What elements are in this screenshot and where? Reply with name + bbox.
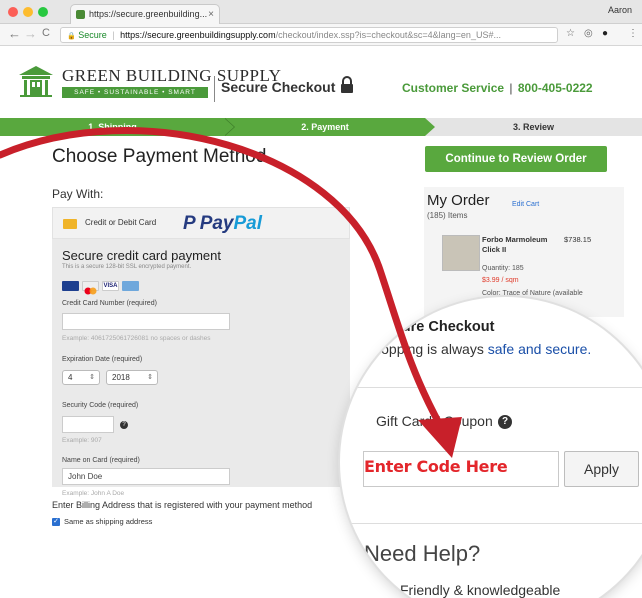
back-icon[interactable]: ← bbox=[8, 26, 21, 41]
url-path: /checkout/index.ssp?is=checkout&sc=4&lan… bbox=[275, 30, 501, 40]
name-on-card-example: Example: John A Doe bbox=[62, 490, 125, 497]
expiry-year-value: 2018 bbox=[112, 373, 130, 382]
maximize-window-button[interactable] bbox=[38, 7, 48, 17]
product-thumbnail[interactable] bbox=[442, 235, 480, 271]
coupon-placeholder: Enter Code Here bbox=[364, 457, 508, 476]
safe-and-secure-link[interactable]: safe and secure. bbox=[488, 341, 592, 357]
customer-service-separator: | bbox=[509, 81, 513, 95]
extension-dark-icon[interactable]: ● bbox=[602, 28, 608, 39]
product-name[interactable]: Forbo Marmoleum Click II bbox=[482, 235, 552, 255]
step-chevron-icon bbox=[224, 118, 234, 136]
card-number-label: Credit Card Number (required) bbox=[62, 300, 157, 307]
product-color: Color: Trace of Nature (available bbox=[482, 290, 583, 297]
expiry-month-value: 4 bbox=[68, 373, 73, 382]
customer-service[interactable]: Customer Service | 800-405-0222 bbox=[402, 81, 593, 95]
customer-service-label: Customer Service bbox=[402, 81, 505, 95]
lock-icon: 🔒 bbox=[67, 33, 76, 40]
tab-paypal[interactable]: P PayPal bbox=[183, 213, 262, 235]
name-on-card-label: Name on Card (required) bbox=[62, 457, 140, 464]
card-number-input[interactable] bbox=[62, 313, 230, 330]
header-divider bbox=[214, 76, 215, 102]
paypal-pal: Pal bbox=[233, 213, 263, 234]
billing-address-label: Enter Billing Address that is registered… bbox=[52, 500, 313, 510]
select-arrow-icon: ⇕ bbox=[147, 374, 153, 381]
payment-method-tabs: Credit or Debit Card P PayPal bbox=[52, 207, 350, 239]
logo-house-icon[interactable] bbox=[18, 65, 54, 97]
browser-titlebar: https://secure.greenbuilding... × Aaron bbox=[0, 0, 642, 24]
secure-text: Shopping is always bbox=[364, 341, 484, 357]
favicon-icon bbox=[76, 10, 85, 19]
step-shipping[interactable]: 1. Shipping bbox=[0, 118, 225, 136]
security-code-input[interactable] bbox=[62, 416, 114, 433]
continue-to-review-button[interactable]: Continue to Review Order bbox=[425, 146, 607, 172]
step-chevron-icon bbox=[425, 118, 435, 136]
product-unit-price: $3.99 / sqm bbox=[482, 277, 519, 284]
site-header: GREEN BUILDING SUPPLY SAFE • SUSTAINABLE… bbox=[0, 46, 642, 114]
address-bar[interactable]: 🔒 Secure | https://secure.greenbuildings… bbox=[60, 27, 558, 43]
visa-icon: VISA bbox=[102, 281, 119, 291]
product-price: $738.15 bbox=[564, 235, 592, 244]
card-number-example: Example: 4061725061726081 no spaces or d… bbox=[62, 335, 211, 342]
minimize-window-button[interactable] bbox=[23, 7, 33, 17]
secure-checkout-title: Secure Checkout bbox=[221, 79, 336, 95]
credit-card-icon bbox=[63, 219, 77, 229]
browser-toolbar: ← → C 🔒 Secure | https://secure.greenbui… bbox=[0, 24, 642, 46]
security-code-label: Security Code (required) bbox=[62, 402, 139, 409]
security-help-icon[interactable]: ? bbox=[120, 421, 128, 429]
reload-icon[interactable]: C bbox=[42, 27, 50, 39]
zoom-magnifier: Secure Checkout Shopping is always safe … bbox=[340, 297, 642, 598]
gift-card-coupon-label: Gift Card / Coupon bbox=[376, 413, 493, 429]
brand-tagline: SAFE • SUSTAINABLE • SMART bbox=[62, 87, 208, 98]
bookmark-star-icon[interactable]: ☆ bbox=[566, 28, 575, 39]
browser-menu-icon[interactable]: ⋮ bbox=[628, 28, 638, 39]
amex-icon bbox=[62, 281, 79, 291]
name-on-card-input[interactable]: John Doe bbox=[62, 468, 230, 485]
close-window-button[interactable] bbox=[8, 7, 18, 17]
secure-label: Secure bbox=[78, 30, 107, 40]
browser-tab[interactable]: https://secure.greenbuilding... × bbox=[70, 4, 220, 24]
same-as-shipping-checkbox[interactable]: ✓ bbox=[52, 518, 60, 526]
checkout-steps: 1. Shipping 2. Payment 3. Review bbox=[0, 118, 642, 136]
cc-form-subtitle: This is a secure 128-bit SSL encrypted p… bbox=[62, 264, 192, 270]
profile-name[interactable]: Aaron bbox=[608, 5, 632, 15]
paypal-pay: Pay bbox=[199, 213, 234, 234]
phone-number[interactable]: 800-405-0222 bbox=[518, 81, 593, 95]
expiry-label: Expiration Date (required) bbox=[62, 356, 143, 363]
order-title: My Order bbox=[427, 192, 490, 209]
tab-close-icon[interactable]: × bbox=[208, 5, 214, 24]
friendly-text: Friendly & knowledgeable bbox=[400, 582, 561, 598]
extension-icon[interactable]: ◎ bbox=[584, 28, 593, 39]
tab-credit-card[interactable]: Credit or Debit Card bbox=[85, 218, 156, 227]
divider bbox=[340, 387, 642, 388]
pay-with-label: Pay With: bbox=[52, 187, 104, 201]
apply-coupon-button[interactable]: Apply bbox=[564, 451, 639, 487]
tab-title: https://secure.greenbuilding... bbox=[89, 9, 208, 19]
secure-checkout-text: Shopping is always safe and secure. bbox=[364, 341, 591, 357]
paypal-logo-icon: P bbox=[183, 213, 196, 234]
security-code-example: Example: 907 bbox=[62, 437, 102, 444]
forward-icon[interactable]: → bbox=[24, 26, 37, 41]
discover-icon bbox=[122, 281, 139, 291]
expiry-year-select[interactable]: 2018 ⇕ bbox=[106, 370, 158, 385]
need-help-heading: Need Help? bbox=[364, 541, 481, 566]
secure-checkout-heading: Secure Checkout bbox=[376, 319, 495, 335]
credit-card-form: Secure credit card payment This is a sec… bbox=[52, 239, 350, 487]
product-quantity: Quantity: 185 bbox=[482, 265, 524, 272]
items-count: (185) Items bbox=[427, 211, 468, 220]
url-host: https://secure.greenbuildingsupply.com bbox=[120, 30, 276, 40]
step-review: 3. Review bbox=[425, 118, 642, 136]
mastercard-icon bbox=[82, 281, 99, 295]
expiry-month-select[interactable]: 4 ⇕ bbox=[62, 370, 100, 385]
same-as-shipping-label[interactable]: Same as shipping address bbox=[64, 517, 152, 526]
gift-card-help-icon[interactable]: ? bbox=[498, 415, 512, 429]
edit-cart-link[interactable]: Edit Cart bbox=[512, 201, 539, 208]
page-title: Choose Payment Method bbox=[52, 146, 267, 167]
step-payment: 2. Payment bbox=[225, 118, 425, 136]
select-arrow-icon: ⇕ bbox=[89, 374, 95, 381]
padlock-icon bbox=[341, 76, 353, 93]
divider bbox=[340, 523, 642, 524]
cc-form-title: Secure credit card payment bbox=[62, 248, 221, 263]
